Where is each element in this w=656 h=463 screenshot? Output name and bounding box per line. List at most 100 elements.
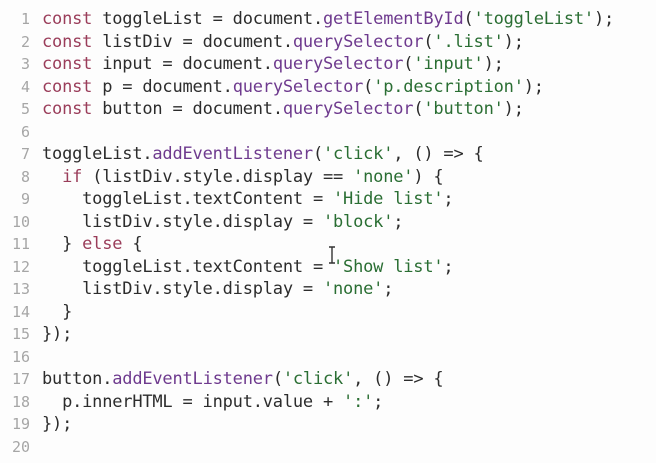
code-token: p.innerHTML = input.value +	[42, 391, 344, 412]
code-token: (listDiv.style.display ==	[82, 166, 354, 187]
line-number: 17	[11, 370, 30, 388]
code-token: querySelector	[272, 54, 404, 74]
code-editor[interactable]: 1 const toggleList = document.getElementB…	[0, 0, 656, 463]
code-line[interactable]: 7 toggleList.addEventListener('click', ()…	[0, 143, 656, 166]
code-line[interactable]: 5 const button = document.querySelector('…	[0, 98, 656, 121]
line-number: 8	[20, 167, 30, 186]
code-token: button.	[42, 369, 113, 389]
code-line[interactable]: 3 const input = document.querySelector('i…	[0, 53, 656, 76]
code-line[interactable]: 14 }	[0, 301, 656, 324]
code-token: button = document.	[92, 99, 283, 119]
code-token: querySelector	[232, 76, 364, 97]
code-token: 'button'	[423, 99, 504, 119]
code-text: });	[42, 323, 72, 346]
code-text: const toggleList = document.getElementBy…	[42, 8, 614, 31]
code-text: } else {	[42, 233, 142, 256]
code-line[interactable]: 13 listDiv.style.display = 'none';	[0, 278, 656, 301]
code-token: querySelector	[282, 99, 414, 119]
code-token: ;	[443, 256, 454, 277]
code-line[interactable]: 9 toggleList.textContent = 'Hide list';	[0, 188, 656, 211]
code-token: ) {	[413, 166, 444, 187]
code-text: const p = document.querySelector('p.desc…	[42, 76, 544, 99]
code-token: '.list'	[433, 31, 504, 52]
code-text: listDiv.style.display = 'none';	[42, 278, 393, 301]
line-number: 14	[11, 302, 30, 321]
line-number: 3	[20, 55, 30, 73]
code-token: );	[523, 76, 544, 97]
code-token: const	[42, 9, 93, 29]
code-token: toggleList.textContent =	[42, 189, 334, 209]
code-token: (	[423, 31, 434, 52]
code-token: 'toggleList'	[473, 9, 595, 29]
code-token: 'p.description'	[373, 76, 524, 97]
code-token: , () => {	[393, 144, 484, 164]
code-line[interactable]: 1 const toggleList = document.getElementB…	[0, 8, 656, 31]
code-line[interactable]: 15});	[0, 323, 656, 346]
code-text: const input = document.querySelector('in…	[42, 53, 504, 76]
code-token: );	[483, 54, 504, 74]
code-line[interactable]: 20	[0, 436, 656, 459]
code-token: ;	[393, 211, 404, 232]
code-line[interactable]: 19});	[0, 413, 656, 436]
line-number: 4	[20, 77, 30, 96]
code-token: 'Hide list'	[333, 189, 444, 209]
code-text: toggleList.addEventListener('click', () …	[42, 143, 484, 166]
code-token: getElementById	[323, 9, 464, 29]
code-token: ;	[373, 391, 384, 412]
code-token: (	[413, 99, 424, 119]
code-token: 'block'	[322, 211, 394, 232]
code-token: 'none'	[353, 166, 414, 187]
code-token: , () => {	[353, 369, 444, 389]
code-text: }	[42, 301, 72, 324]
code-token: const	[42, 99, 93, 119]
line-number: 11	[11, 235, 30, 253]
code-token: listDiv.style.display =	[42, 211, 323, 232]
code-line[interactable]: 10 listDiv.style.display = 'block';	[0, 211, 656, 234]
code-token: addEventListener	[152, 144, 313, 164]
code-line[interactable]: 8 if (listDiv.style.display == 'none') {	[0, 166, 656, 189]
code-token: ;	[443, 189, 454, 209]
code-token: 'input'	[413, 54, 484, 74]
line-number: 6	[20, 122, 30, 141]
code-area[interactable]: 1 const toggleList = document.getElementB…	[0, 8, 656, 458]
code-token: (	[403, 54, 414, 74]
code-token: ':'	[343, 391, 374, 412]
code-text: toggleList.textContent = 'Show list';	[42, 256, 454, 279]
line-number: 19	[11, 415, 30, 433]
code-line[interactable]: 6	[0, 121, 656, 144]
line-number: 13	[11, 280, 30, 298]
code-token: }	[42, 301, 73, 322]
code-token: );	[503, 31, 524, 52]
code-text: listDiv.style.display = 'block';	[42, 211, 403, 234]
code-text: if (listDiv.style.display == 'none') {	[42, 166, 444, 189]
code-token: input = document.	[92, 54, 273, 74]
line-number: 7	[20, 145, 30, 163]
code-token: 'click'	[282, 369, 354, 389]
code-line[interactable]: 17 button.addEventListener('click', () =>…	[0, 368, 656, 391]
line-number: 16	[11, 347, 30, 366]
code-token: const	[42, 76, 93, 97]
code-text: const listDiv = document.querySelector('…	[42, 31, 524, 54]
code-token: });	[42, 324, 73, 344]
code-token: ;	[383, 279, 394, 299]
line-number: 18	[11, 392, 30, 411]
code-text: });	[42, 413, 72, 436]
line-number: 10	[11, 212, 30, 231]
code-line[interactable]: 4 const p = document.querySelector('p.des…	[0, 76, 656, 99]
code-token: if	[62, 166, 83, 187]
code-token: toggleList = document.	[92, 9, 323, 29]
code-token: {	[122, 234, 143, 254]
code-token: querySelector	[292, 31, 424, 52]
code-line[interactable]: 18 p.innerHTML = input.value + ':';	[0, 391, 656, 414]
code-text: const button = document.querySelector('b…	[42, 98, 524, 121]
code-line[interactable]: 2 const listDiv = document.querySelector(…	[0, 31, 656, 54]
line-number: 1	[20, 10, 30, 28]
line-number: 2	[20, 32, 30, 51]
line-number: 9	[20, 190, 30, 208]
i-beam-cursor-icon	[329, 246, 335, 264]
code-text: p.innerHTML = input.value + ':';	[42, 391, 383, 414]
code-token: (	[272, 369, 283, 389]
code-line[interactable]: 16	[0, 346, 656, 369]
code-token: p = document.	[92, 76, 233, 97]
